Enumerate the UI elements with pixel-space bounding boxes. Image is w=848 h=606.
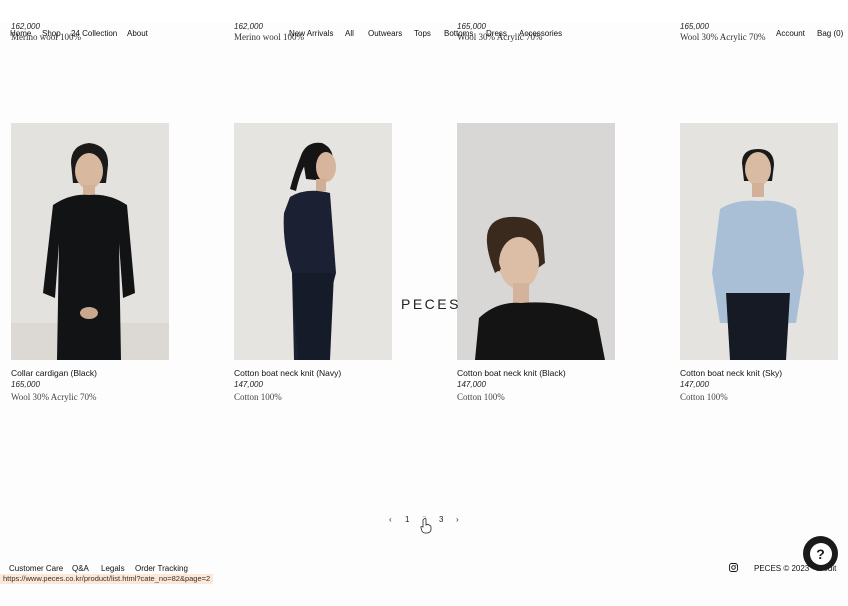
product-name[interactable]: Cotton boat neck knit (Black) — [457, 368, 615, 378]
brand-logo[interactable]: PECES — [401, 296, 461, 312]
footer-order-tracking[interactable]: Order Tracking — [135, 564, 188, 573]
product-price: 147,000 — [234, 380, 263, 389]
ghost-material: Wool 30% Acrylic 70% — [680, 32, 766, 42]
product-card[interactable]: Cotton boat neck knit (Sky) 147,000 Cott… — [680, 123, 838, 402]
product-material: Cotton 100% — [457, 392, 505, 402]
next-page-button[interactable]: › — [456, 515, 459, 524]
nav-all[interactable]: All — [345, 29, 354, 38]
product-image-collar-cardigan-black[interactable] — [11, 123, 169, 360]
page-1-link[interactable]: 1 — [405, 515, 409, 524]
nav-shop[interactable]: Shop — [42, 29, 61, 38]
ghost-product: 165,000 Wool 30% Acrylic 70% — [680, 22, 766, 42]
nav-accessories[interactable]: Accessories — [519, 29, 562, 38]
nav-dress[interactable]: Dress — [486, 29, 507, 38]
nav-bag[interactable]: Bag (0) — [817, 29, 843, 38]
product-name[interactable]: Cotton boat neck knit (Sky) — [680, 368, 838, 378]
product-price: 147,000 — [457, 380, 486, 389]
page-3-link[interactable]: 3 — [439, 515, 443, 524]
product-image-cotton-boat-neck-navy[interactable] — [234, 123, 392, 360]
product-price: 165,000 — [11, 380, 40, 389]
status-bar-url: https://www.peces.co.kr/product/list.htm… — [0, 574, 214, 584]
help-chat-button[interactable]: ? — [803, 536, 838, 571]
nav-about[interactable]: About — [127, 29, 148, 38]
ghost-price: 165,000 — [680, 22, 709, 31]
product-name[interactable]: Collar cardigan (Black) — [11, 368, 169, 378]
footer-legals[interactable]: Legals — [101, 564, 125, 573]
nav-home[interactable]: Home — [10, 29, 31, 38]
prev-page-button[interactable]: ‹ — [389, 515, 392, 524]
product-image-cotton-boat-neck-black[interactable] — [457, 123, 615, 360]
footer-copyright: PECES © 2023 — [754, 564, 810, 573]
help-question-icon: ? — [809, 542, 832, 565]
nav-account[interactable]: Account — [776, 29, 805, 38]
product-card[interactable]: Cotton boat neck knit (Black) 147,000 Co… — [457, 123, 615, 402]
nav-tops[interactable]: Tops — [414, 29, 431, 38]
footer-customer-care[interactable]: Customer Care — [9, 564, 63, 573]
hand-pointer-icon — [420, 518, 432, 539]
product-material: Wool 30% Acrylic 70% — [11, 392, 97, 402]
product-image-cotton-boat-neck-sky[interactable] — [680, 123, 838, 360]
product-name[interactable]: Cotton boat neck knit (Navy) — [234, 368, 392, 378]
footer-qa[interactable]: Q&A — [72, 564, 89, 573]
nav-outwears[interactable]: Outwears — [368, 29, 402, 38]
nav-24-collection[interactable]: 24 Collection — [71, 29, 117, 38]
product-price: 147,000 — [680, 380, 709, 389]
instagram-icon[interactable] — [729, 563, 738, 574]
product-material: Cotton 100% — [234, 392, 282, 402]
top-band — [0, 0, 848, 22]
nav-bottoms[interactable]: Bottoms — [444, 29, 473, 38]
product-material: Cotton 100% — [680, 392, 728, 402]
product-card[interactable]: Collar cardigan (Black) 165,000 Wool 30%… — [11, 123, 169, 402]
product-card[interactable]: Cotton boat neck knit (Navy) 147,000 Cot… — [234, 123, 392, 402]
nav-new-arrivals[interactable]: New Arrivals — [289, 29, 333, 38]
